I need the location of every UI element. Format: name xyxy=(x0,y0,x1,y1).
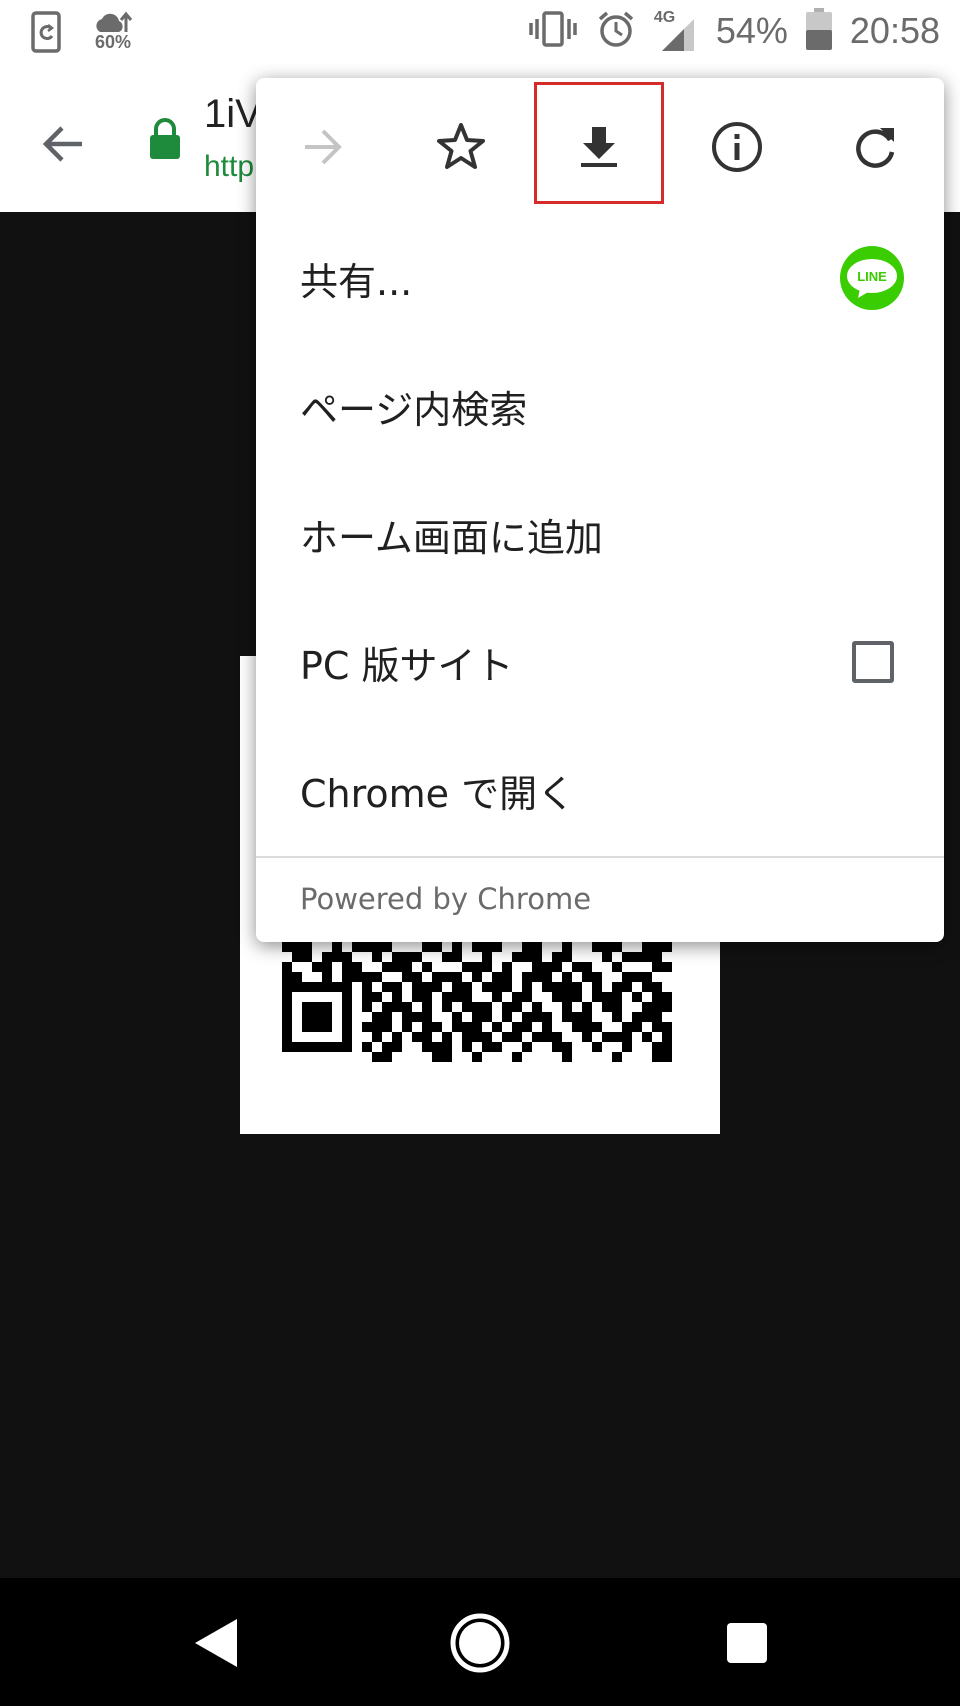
alarm-icon xyxy=(596,9,636,53)
menu-item-share-label: 共有... xyxy=(300,259,413,304)
menu-item-share[interactable]: 共有... LINE xyxy=(256,214,944,342)
star-icon[interactable] xyxy=(416,102,506,192)
menu-item-desktop-label: PC 版サイト xyxy=(300,643,514,688)
status-bar: 60% 4G 54% 20:58 xyxy=(0,0,960,72)
weather-percent: 60% xyxy=(94,32,132,52)
menu-divider xyxy=(256,856,944,858)
vibrate-icon xyxy=(528,9,578,53)
weather-indicator: 60% xyxy=(92,10,134,53)
navigation-bar xyxy=(0,1578,960,1706)
menu-icon-row xyxy=(256,78,944,214)
menu-item-find-in-page[interactable]: ページ内検索 xyxy=(256,342,944,470)
battery-icon xyxy=(805,8,832,54)
clock: 20:58 xyxy=(849,10,940,51)
menu-item-desktop-site[interactable]: PC 版サイト xyxy=(256,598,944,726)
menu-item-open-in-chrome[interactable]: Chrome で開く xyxy=(256,726,944,854)
line-badge-text: LINE xyxy=(857,269,887,284)
line-icon[interactable]: LINE xyxy=(840,246,904,310)
page-title[interactable]: 1iV xyxy=(204,92,262,137)
nav-recents-icon[interactable] xyxy=(712,1608,782,1678)
lock-icon xyxy=(148,117,182,165)
desktop-site-checkbox[interactable] xyxy=(852,641,894,683)
menu-item-open-chrome-label: Chrome で開く xyxy=(300,771,576,816)
page-url[interactable]: http xyxy=(204,150,254,184)
signal-icon: 4G xyxy=(654,9,698,53)
menu-footer: Powered by Chrome xyxy=(300,882,592,916)
download-highlight-box xyxy=(534,82,664,204)
sync-phone-icon xyxy=(30,10,62,58)
reload-icon[interactable] xyxy=(830,102,920,192)
menu-item-add-home-label: ホーム画面に追加 xyxy=(300,515,603,560)
info-icon[interactable] xyxy=(692,102,782,192)
nav-back-icon[interactable] xyxy=(180,1608,250,1678)
forward-icon[interactable] xyxy=(278,102,368,192)
menu-item-add-to-home[interactable]: ホーム画面に追加 xyxy=(256,470,944,598)
battery-percent: 54% xyxy=(715,10,788,51)
overflow-menu: 共有... LINE ページ内検索 ホーム画面に追加 PC 版サイト Chrom… xyxy=(256,78,944,942)
nav-home-icon[interactable] xyxy=(445,1608,515,1678)
back-icon[interactable] xyxy=(36,116,92,172)
menu-item-find-label: ページ内検索 xyxy=(300,387,528,432)
